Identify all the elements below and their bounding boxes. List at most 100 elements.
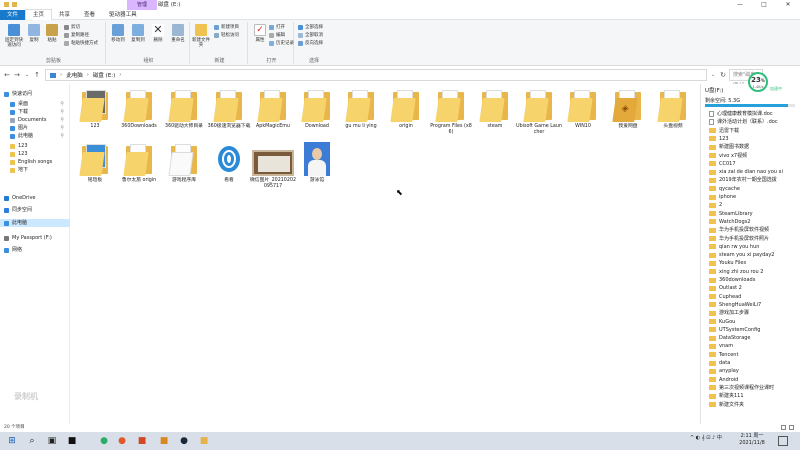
drive-item[interactable]: xia zai de dian nao you xi bbox=[709, 168, 797, 176]
drive-item[interactable]: 新建图书数据 bbox=[709, 143, 797, 151]
drive-item[interactable]: 2019年农村一期全国选拔 bbox=[709, 176, 797, 184]
drive-item[interactable]: vivo x7视频 bbox=[709, 152, 797, 160]
copy-to-button[interactable]: 复制到 bbox=[128, 24, 148, 43]
drive-item[interactable]: SteamLibrary bbox=[709, 210, 797, 218]
file-item[interactable]: 游戏程序库 bbox=[161, 142, 207, 184]
drive-item[interactable]: qian rw you hun bbox=[709, 243, 797, 251]
drive-item[interactable]: 心理健康教育模拟课.doc bbox=[709, 110, 797, 118]
tab-view[interactable]: 查看 bbox=[77, 10, 102, 20]
close-button[interactable]: ✕ bbox=[776, 0, 800, 10]
drive-item[interactable]: 第三次视频课程作业课时 bbox=[709, 384, 797, 392]
tab-home[interactable]: 主页 bbox=[25, 9, 53, 20]
file-item[interactable]: origin bbox=[383, 88, 429, 130]
nav-item[interactable]: 快速访问 bbox=[0, 90, 70, 98]
paste-button[interactable]: 粘贴 bbox=[42, 24, 62, 43]
back-arrow-icon[interactable]: ← bbox=[2, 71, 12, 79]
steam-icon[interactable]: ● bbox=[178, 435, 190, 447]
quick-access-toolbar[interactable] bbox=[4, 2, 17, 7]
drive-item[interactable]: ShengHuaWeiLi7 bbox=[709, 301, 797, 309]
drive-item[interactable]: UTSystemConfig bbox=[709, 326, 797, 334]
file-item[interactable]: 360极速浏览器下载 bbox=[206, 88, 252, 130]
forward-arrow-icon[interactable]: → bbox=[12, 71, 22, 79]
notification-center-icon[interactable] bbox=[778, 436, 788, 446]
file-item[interactable]: 头盘视频 bbox=[650, 88, 696, 130]
drive-item[interactable]: data bbox=[709, 359, 797, 367]
drive-item[interactable]: 123 bbox=[709, 135, 797, 143]
context-tab-manage[interactable]: 管理 bbox=[127, 0, 157, 10]
properties-button[interactable]: ✓ 属性 bbox=[250, 24, 270, 43]
breadcrumb-this-pc[interactable]: 此电脑 bbox=[66, 71, 83, 79]
file-item[interactable]: 微信图片_20210202095717 bbox=[250, 142, 296, 190]
drive-item[interactable]: DataStorage bbox=[709, 334, 797, 342]
search-icon[interactable]: ⌕ bbox=[26, 435, 38, 447]
properties-quick-icon[interactable] bbox=[4, 2, 9, 7]
drive-item[interactable]: CC017 bbox=[709, 160, 797, 168]
file-item[interactable]: ◈ 我爱网盘 bbox=[605, 88, 651, 130]
up-arrow-icon[interactable]: ↑ bbox=[32, 71, 42, 79]
address-bar[interactable]: › 此电脑 › 磁盘 (E:) › bbox=[45, 69, 707, 81]
wechat-icon[interactable]: ● bbox=[98, 435, 110, 447]
copy-button[interactable]: 复制 bbox=[24, 24, 44, 43]
file-item[interactable]: Program Files (x86) bbox=[428, 88, 474, 136]
drive-item[interactable]: 新建夹111 bbox=[709, 392, 797, 400]
drive-item[interactable]: Cuphead bbox=[709, 293, 797, 301]
nav-item[interactable]: My Passport (F:) bbox=[0, 234, 70, 242]
nav-item[interactable]: English songs bbox=[0, 158, 70, 166]
file-item[interactable]: 看看 bbox=[206, 142, 252, 184]
nav-item[interactable]: 网络 bbox=[0, 246, 70, 254]
file-item[interactable]: Download bbox=[294, 88, 340, 130]
drive-item[interactable]: 华为手机投屏软件视频 bbox=[709, 226, 797, 234]
drive-item[interactable]: anyplay bbox=[709, 367, 797, 375]
file-item[interactable]: 360Downloads bbox=[116, 88, 162, 130]
move-to-button[interactable]: 移动到 bbox=[108, 24, 128, 43]
browser-icon[interactable]: ● bbox=[116, 435, 128, 447]
drive-item[interactable]: 新建文件夹 bbox=[709, 401, 797, 409]
nav-item[interactable]: 桌面 ⚲ bbox=[0, 100, 70, 108]
paste-shortcut-button[interactable]: 粘贴快捷方式 bbox=[64, 40, 98, 46]
pin-icon[interactable]: ⚲ bbox=[60, 108, 64, 116]
cut-button[interactable]: 剪切 bbox=[64, 24, 80, 30]
nav-item[interactable]: 123 bbox=[0, 142, 70, 150]
pin-icon[interactable]: ⚲ bbox=[60, 132, 64, 140]
invert-selection-button[interactable]: 反向选择 bbox=[298, 40, 323, 46]
nav-item[interactable]: 地下 bbox=[0, 166, 70, 174]
pin-icon[interactable]: ⚲ bbox=[60, 100, 64, 108]
drive-item[interactable]: Youku Files bbox=[709, 259, 797, 267]
drive-item[interactable]: Android bbox=[709, 376, 797, 384]
tab-drive-tools[interactable]: 驱动器工具 bbox=[102, 10, 144, 20]
media-app-icon[interactable]: ■ bbox=[66, 435, 78, 447]
pin-icon[interactable]: ⚲ bbox=[60, 124, 64, 132]
file-item[interactable]: 鲁尔太旅 origin bbox=[116, 142, 162, 184]
task-view-icon[interactable]: ▣ bbox=[46, 435, 58, 447]
open-button[interactable]: 打开 bbox=[269, 24, 285, 30]
file-item[interactable]: ApkMagicEmu bbox=[250, 88, 296, 130]
maximize-button[interactable]: □ bbox=[752, 0, 776, 10]
history-button[interactable]: 历史记录 bbox=[269, 40, 294, 46]
minimize-button[interactable]: — bbox=[728, 0, 752, 10]
new-item-button[interactable]: 新建项目 bbox=[214, 24, 239, 30]
drive-item[interactable]: vnam bbox=[709, 342, 797, 350]
rename-button[interactable]: 重命名 bbox=[168, 24, 188, 43]
select-all-button[interactable]: 全部选择 bbox=[298, 24, 323, 30]
drive-item[interactable]: WatchDogs2 bbox=[709, 218, 797, 226]
new-folder-button[interactable]: 新建文件夹 bbox=[190, 24, 212, 48]
edit-button[interactable]: 编辑 bbox=[269, 32, 285, 38]
drive-item[interactable]: Tencent bbox=[709, 351, 797, 359]
tab-file[interactable]: 文件 bbox=[0, 9, 26, 20]
drive-item[interactable]: Outlast 2 bbox=[709, 284, 797, 292]
nav-item[interactable]: 下载 ⚲ bbox=[0, 108, 70, 116]
start-icon[interactable]: ⊞ bbox=[6, 435, 18, 447]
nav-item[interactable]: OneDrive bbox=[0, 194, 70, 202]
file-item[interactable]: steam bbox=[472, 88, 518, 130]
nav-item[interactable]: Documents ⚲ bbox=[0, 116, 70, 124]
large-icons-view-icon[interactable] bbox=[789, 425, 794, 430]
file-item[interactable]: 铭瑄板 bbox=[72, 142, 118, 184]
nav-item[interactable]: 同步空间 bbox=[0, 206, 70, 214]
nav-item[interactable]: 此电脑 ⚲ bbox=[0, 132, 70, 140]
drive-item[interactable]: xing zhi zou rou 2 bbox=[709, 268, 797, 276]
breadcrumb-drive[interactable]: 磁盘 (E:) bbox=[93, 71, 115, 79]
recent-chevron-icon[interactable]: ⌄ bbox=[22, 72, 32, 78]
drive-item[interactable]: KuGou bbox=[709, 318, 797, 326]
copy-path-button[interactable]: 复制路径 bbox=[64, 32, 89, 38]
system-tray[interactable]: ^ ◐ 𝄞 ⊡ ♪ 中 bbox=[690, 434, 722, 441]
